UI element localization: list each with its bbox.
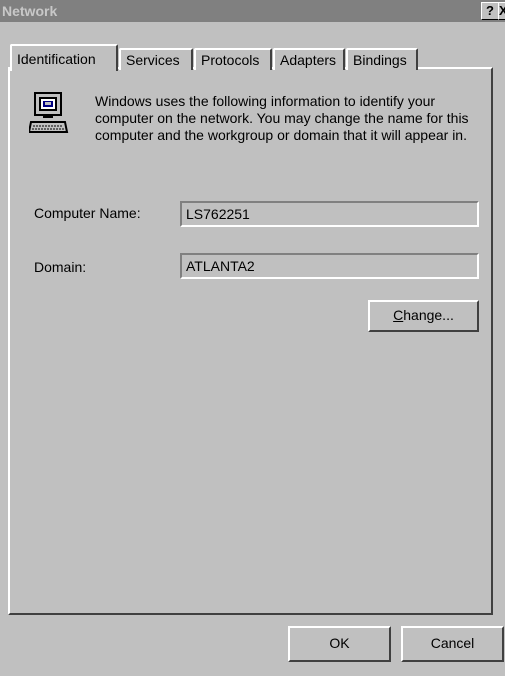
computer-name-label: Computer Name: <box>34 205 141 221</box>
tab-protocols[interactable]: Protocols <box>194 48 272 70</box>
tab-bindings[interactable]: Bindings <box>346 48 418 70</box>
change-label: hange... <box>403 307 454 323</box>
computer-name-field[interactable]: LS762251 <box>180 201 479 227</box>
domain-field[interactable]: ATLANTA2 <box>180 253 479 279</box>
help-button[interactable]: ? <box>481 2 499 20</box>
computer-icon <box>27 92 69 136</box>
ok-button[interactable]: OK <box>288 626 391 662</box>
title-bar[interactable]: Network ? X <box>0 0 505 22</box>
cancel-button[interactable]: Cancel <box>401 626 504 662</box>
tab-services[interactable]: Services <box>119 48 193 70</box>
tab-panel-identification <box>8 67 493 615</box>
domain-label: Domain: <box>34 259 87 275</box>
tab-adapters[interactable]: Adapters <box>273 48 345 70</box>
close-button[interactable]: X <box>498 2 505 20</box>
window-title: Network <box>2 3 58 19</box>
identification-description: Windows uses the following information t… <box>95 93 469 143</box>
change-button[interactable]: Change... <box>368 300 479 332</box>
tab-identification[interactable]: Identification <box>10 44 118 71</box>
change-mnemonic: C <box>393 307 404 323</box>
